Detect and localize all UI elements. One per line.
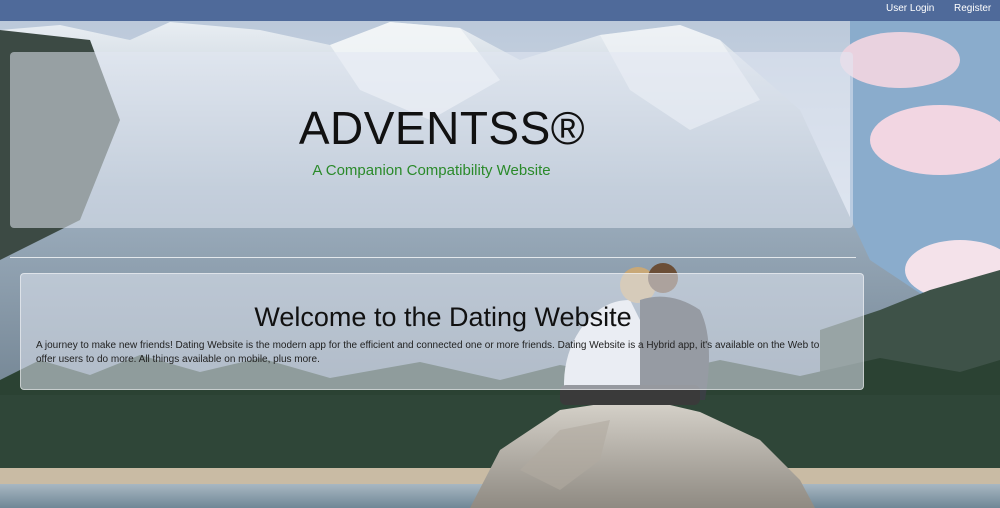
welcome-title: Welcome to the Dating Website [254, 302, 632, 332]
site-subtitle: A Companion Compatibility Website [312, 162, 551, 179]
top-navbar: User Login Register [0, 0, 1000, 21]
hero-banner: ADVENTSS® A Companion Compatibility Webs… [10, 52, 853, 228]
register-link[interactable]: Register [954, 3, 991, 15]
welcome-card: Welcome to the Dating Website A journey … [20, 273, 864, 390]
welcome-description: A journey to make new friends! Dating We… [36, 340, 820, 365]
site-title: ADVENTSS® [298, 102, 586, 154]
section-divider [10, 257, 856, 258]
user-login-link[interactable]: User Login [886, 3, 934, 15]
